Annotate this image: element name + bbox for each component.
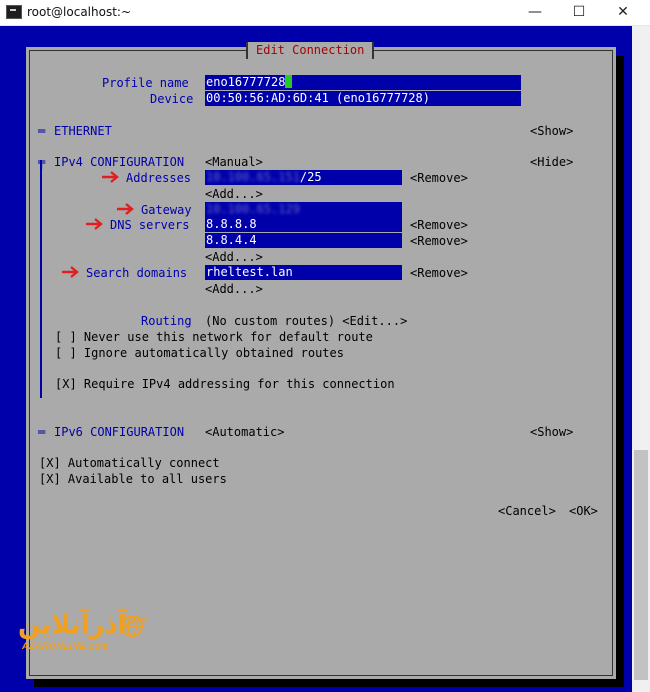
- ethernet-label: ETHERNET: [54, 124, 112, 138]
- device-value: 00:50:56:AD:6D:41 (eno16777728): [206, 91, 430, 105]
- address-remove-button[interactable]: <Remove>: [410, 170, 468, 186]
- address-prefix: /25: [299, 170, 322, 184]
- window-title: root@localhost:~: [27, 5, 132, 19]
- routing-label: Routing: [141, 314, 192, 328]
- logo-subtitle: AZARONLINE.com: [22, 641, 110, 651]
- profile-name-label: Profile name: [102, 76, 189, 90]
- addresses-label: Addresses: [126, 171, 192, 185]
- ethernet-show-button[interactable]: <Show>: [530, 123, 573, 139]
- ipv6-label: IPv6 CONFIGURATION: [54, 425, 185, 439]
- auto-connect-checkbox[interactable]: [X] Automatically connect: [39, 455, 220, 471]
- search-domain-field[interactable]: rheltest.lan: [205, 265, 402, 280]
- all-users-checkbox[interactable]: [X] Available to all users: [39, 471, 227, 487]
- logo-text: آذرآنلاین: [18, 610, 127, 640]
- dns-add-button[interactable]: <Add...>: [205, 249, 263, 265]
- ipv4-mode-button[interactable]: <Manual>: [205, 154, 263, 170]
- dialog-shadow-right: [616, 56, 624, 686]
- cancel-button[interactable]: <Cancel>: [498, 503, 556, 519]
- red-arrow-icon: [117, 203, 134, 215]
- globe-icon: [119, 615, 148, 637]
- never-default-route-checkbox[interactable]: [ ] Never use this network for default r…: [55, 329, 373, 345]
- ipv6-show-button[interactable]: <Show>: [530, 424, 573, 440]
- dns-servers-label: DNS servers: [110, 218, 190, 232]
- ok-button[interactable]: <OK>: [569, 503, 598, 519]
- dialog-frame: [29, 50, 613, 676]
- dns-1-remove-button[interactable]: <Remove>: [410, 217, 468, 233]
- dns-server-field-1[interactable]: 8.8.8.8: [205, 217, 402, 232]
- scrollbar-thumb[interactable]: [634, 450, 648, 680]
- search-domain-value: rheltest.lan: [206, 265, 293, 279]
- dns-2-remove-button[interactable]: <Remove>: [410, 233, 468, 249]
- close-button[interactable]: ✕: [600, 0, 646, 26]
- ethernet-marker: ═: [38, 124, 46, 138]
- address-value: 10.100.65.151: [206, 170, 300, 184]
- dns-server-2-value: 8.8.4.4: [206, 233, 257, 247]
- search-domains-label: Search domains: [86, 266, 188, 280]
- require-ipv4-checkbox[interactable]: [X] Require IPv4 addressing for this con…: [55, 376, 395, 392]
- profile-name-value: eno16777728: [206, 75, 286, 89]
- gateway-value: 10.100.65.129: [206, 202, 300, 216]
- dns-server-1-value: 8.8.8.8: [206, 217, 257, 231]
- red-arrow-icon: [62, 266, 79, 278]
- search-add-button[interactable]: <Add...>: [205, 281, 263, 297]
- ipv6-marker: ═: [38, 425, 46, 439]
- gateway-field[interactable]: 10.100.65.129: [205, 202, 402, 217]
- minimize-button[interactable]: —: [512, 0, 558, 26]
- text-cursor: [285, 75, 293, 88]
- window-titlebar: root@localhost:~ — ☐ ✕: [0, 0, 650, 26]
- profile-name-field[interactable]: eno16777728: [205, 75, 521, 90]
- ipv4-label: IPv4 CONFIGURATION: [54, 155, 185, 169]
- red-arrow-icon: [102, 171, 119, 183]
- azaronline-logo: آذرآنلاین AZARONLINE.com: [18, 608, 150, 656]
- address-add-button[interactable]: <Add...>: [205, 186, 263, 202]
- ipv4-hide-button[interactable]: <Hide>: [530, 154, 573, 170]
- ignore-auto-routes-checkbox[interactable]: [ ] Ignore automatically obtained routes: [55, 345, 344, 361]
- device-label: Device: [150, 92, 194, 106]
- dns-server-field-2[interactable]: 8.8.4.4: [205, 233, 402, 248]
- address-field[interactable]: 10.100.65.151/25: [205, 170, 402, 185]
- device-field[interactable]: 00:50:56:AD:6D:41 (eno16777728): [205, 91, 521, 106]
- ipv4-section-bar: [40, 160, 42, 398]
- routing-edit-button[interactable]: (No custom routes) <Edit...>: [205, 313, 407, 329]
- dialog-shadow-bottom: [34, 679, 624, 687]
- search-remove-button[interactable]: <Remove>: [410, 265, 468, 281]
- dialog-title: Edit Connection: [246, 42, 375, 59]
- gateway-label: Gateway: [141, 203, 192, 217]
- maximize-button[interactable]: ☐: [556, 0, 602, 26]
- ipv6-mode-button[interactable]: <Automatic>: [205, 424, 284, 440]
- terminal-app-icon: [6, 5, 22, 19]
- red-arrow-icon: [86, 218, 103, 230]
- ipv4-marker: ╤: [38, 155, 46, 169]
